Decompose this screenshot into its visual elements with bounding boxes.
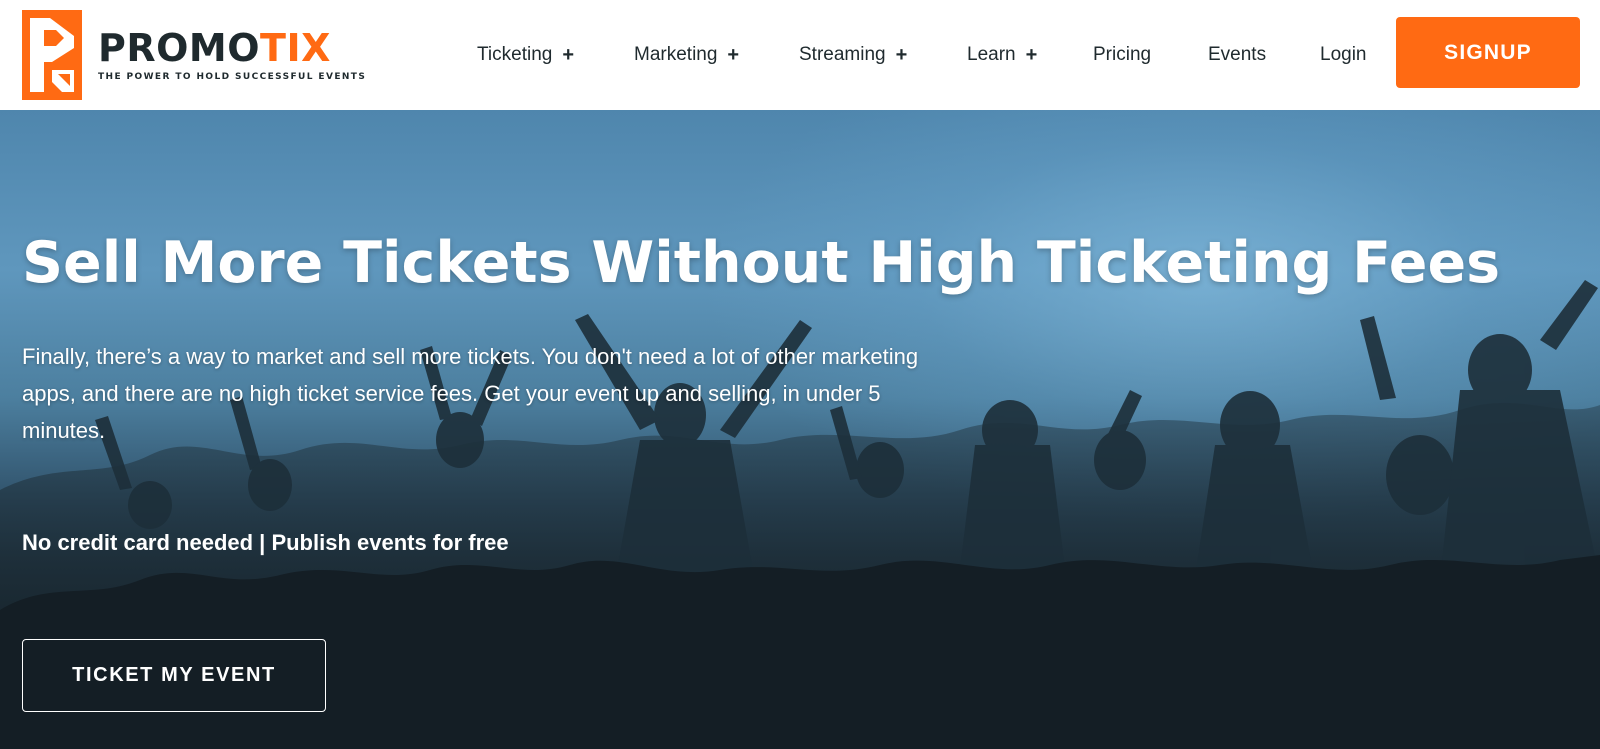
nav-item-pricing[interactable]: Pricing xyxy=(1093,44,1151,66)
nav-label: Learn xyxy=(967,44,1016,65)
nav-item-events[interactable]: Events xyxy=(1208,44,1266,66)
nav-label: Ticketing xyxy=(477,44,553,65)
nav-item-marketing[interactable]: Marketing + xyxy=(634,44,739,66)
nav-label: Pricing xyxy=(1093,44,1152,65)
plus-icon: + xyxy=(727,44,740,66)
site-header: PROMOTIX THE POWER TO HOLD SUCCESSFUL EV… xyxy=(0,0,1600,110)
hero-title: Sell More Tickets Without High Ticketing… xyxy=(22,230,1501,296)
promotix-logo-icon xyxy=(22,10,82,100)
nav-label: Login xyxy=(1320,44,1367,65)
nav-label: Streaming xyxy=(799,44,886,65)
hero-note: No credit card needed | Publish events f… xyxy=(22,530,509,555)
logo-wordmark: PROMOTIX xyxy=(98,26,331,70)
nav-label: Events xyxy=(1208,44,1267,65)
signup-button[interactable]: SIGNUP xyxy=(1396,17,1580,88)
nav-item-ticketing[interactable]: Ticketing + xyxy=(477,44,574,66)
nav-item-login[interactable]: Login xyxy=(1320,44,1367,66)
nav-label: Marketing xyxy=(634,44,718,65)
promotix-logo[interactable]: PROMOTIX THE POWER TO HOLD SUCCESSFUL EV… xyxy=(22,10,366,100)
plus-icon: + xyxy=(1025,44,1038,66)
nav-item-streaming[interactable]: Streaming + xyxy=(799,44,907,66)
hero-section: Sell More Tickets Without High Ticketing… xyxy=(0,110,1600,749)
ticket-my-event-button[interactable]: TICKET MY EVENT xyxy=(22,639,326,712)
nav-item-learn[interactable]: Learn + xyxy=(967,44,1037,66)
plus-icon: + xyxy=(895,44,908,66)
plus-icon: + xyxy=(562,44,575,66)
logo-tagline: THE POWER TO HOLD SUCCESSFUL EVENTS xyxy=(98,72,367,82)
hero-description: Finally, there’s a way to market and sel… xyxy=(22,344,919,443)
